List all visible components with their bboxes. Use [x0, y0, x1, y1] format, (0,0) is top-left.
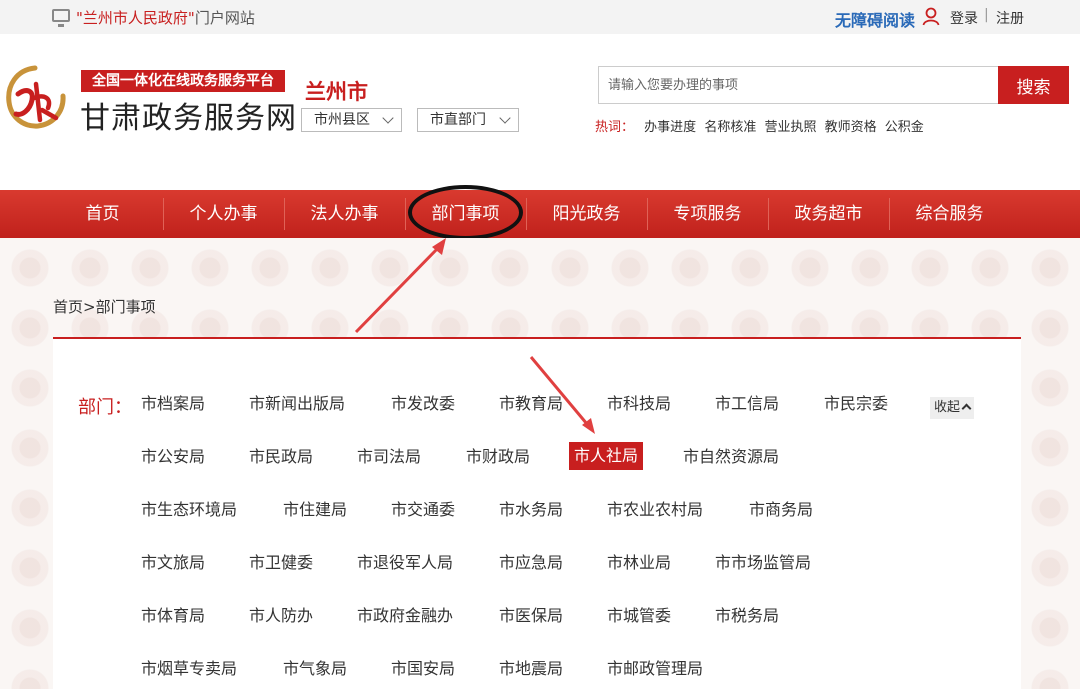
nav-personal[interactable]: 个人办事 [163, 190, 284, 238]
dept-item[interactable]: 市科技局 [607, 391, 671, 417]
dept-item[interactable]: 市民宗委 [824, 391, 888, 417]
hot-keyword[interactable]: 教师资格 [825, 120, 877, 135]
dept-item[interactable]: 市公安局 [141, 444, 205, 470]
chevron-down-icon [499, 112, 511, 124]
dept-item[interactable]: 市城管委 [607, 603, 671, 629]
nav-corporate[interactable]: 法人办事 [284, 190, 405, 238]
login-divider: | [984, 7, 989, 23]
main-nav: 首页 个人办事 法人办事 部门事项 阳光政务 专项服务 政务超市 综合服务 [0, 190, 1080, 238]
chevron-up-icon [961, 403, 972, 414]
portal-suffix: 门户网站 [194, 9, 255, 27]
portal-title[interactable]: "兰州市人民政府"门户网站 [76, 7, 255, 28]
hot-keyword[interactable]: 营业执照 [764, 120, 816, 135]
county-select-label: 市州县区 [314, 112, 370, 128]
portal-name: "兰州市人民政府" [76, 9, 195, 27]
dept-item-active[interactable]: 市人社局 [569, 442, 644, 470]
county-select[interactable]: 市州县区 [301, 108, 402, 132]
dept-item[interactable]: 市人防办 [249, 603, 313, 629]
hot-keyword[interactable]: 公积金 [885, 120, 924, 135]
collapse-label: 收起 [934, 400, 961, 415]
top-bar: "兰州市人民政府"门户网站 无障碍阅读 登录 | 注册 [0, 0, 1080, 34]
hot-keyword[interactable]: 办事进度 [644, 120, 696, 135]
dept-item[interactable]: 市自然资源局 [683, 444, 779, 470]
dept-item[interactable]: 市市场监管局 [715, 550, 811, 576]
nav-market[interactable]: 政务超市 [768, 190, 889, 238]
login-link[interactable]: 登录 [950, 8, 978, 28]
nav-transparency[interactable]: 阳光政务 [526, 190, 647, 238]
accessibility-link[interactable]: 无障碍阅读 [835, 7, 915, 31]
breadcrumb[interactable]: 首页>部门事项 [53, 296, 156, 317]
dept-item[interactable]: 市商务局 [749, 497, 813, 523]
gansu-logo-icon[interactable] [4, 64, 66, 130]
hot-keyword[interactable]: 名称核准 [704, 120, 756, 135]
collapse-button[interactable]: 收起 [930, 397, 975, 419]
register-link[interactable]: 注册 [996, 8, 1024, 28]
dept-item[interactable]: 市文旅局 [141, 550, 205, 576]
dept-item[interactable]: 市财政局 [466, 444, 530, 470]
dept-item[interactable]: 市水务局 [499, 497, 563, 523]
dept-item[interactable]: 市工信局 [715, 391, 779, 417]
user-icon [922, 7, 940, 26]
dept-item[interactable]: 市地震局 [499, 656, 563, 682]
dept-item[interactable]: 市农业农村局 [607, 497, 703, 523]
site-name[interactable]: 甘肃政务服务网 [80, 93, 297, 137]
dept-item[interactable]: 市气象局 [283, 656, 347, 682]
dept-item[interactable]: 市医保局 [499, 603, 563, 629]
hot-label: 热词： [595, 120, 635, 135]
dept-item[interactable]: 市邮政管理局 [607, 656, 703, 682]
department-label: 部门： [78, 397, 132, 418]
dept-item[interactable]: 市生态环境局 [141, 497, 237, 523]
hot-keywords: 热词： 办事进度 名称核准 营业执照 教师资格 公积金 [595, 116, 928, 135]
monitor-icon [52, 9, 70, 27]
dept-item[interactable]: 市林业局 [607, 550, 671, 576]
dept-item[interactable]: 市档案局 [141, 391, 205, 417]
dept-item[interactable]: 市司法局 [357, 444, 421, 470]
nav-home[interactable]: 首页 [42, 190, 163, 238]
search-button[interactable]: 搜索 [998, 66, 1069, 104]
dept-item[interactable]: 市卫健委 [249, 550, 313, 576]
dept-item[interactable]: 市税务局 [715, 603, 779, 629]
platform-slogan: 全国一体化在线政务服务平台 [81, 70, 285, 92]
dept-item[interactable]: 市烟草专卖局 [141, 656, 237, 682]
nav-general[interactable]: 综合服务 [889, 190, 1010, 238]
city-name: 兰州市 [305, 80, 368, 104]
dept-item[interactable]: 市退役军人局 [357, 550, 453, 576]
dept-item[interactable]: 市住建局 [283, 497, 347, 523]
dept-item[interactable]: 市民政局 [249, 444, 313, 470]
annotation-ellipse [408, 185, 523, 240]
dept-item[interactable]: 市发改委 [391, 391, 455, 417]
dept-item[interactable]: 市交通委 [391, 497, 455, 523]
dept-item[interactable]: 市体育局 [141, 603, 205, 629]
search-input[interactable] [598, 66, 998, 104]
dept-item[interactable]: 市新闻出版局 [249, 391, 345, 417]
dept-item[interactable]: 市教育局 [499, 391, 563, 417]
nav-special[interactable]: 专项服务 [647, 190, 768, 238]
dept-select-label: 市直部门 [430, 112, 486, 128]
dept-select[interactable]: 市直部门 [417, 108, 519, 132]
dept-item[interactable]: 市国安局 [391, 656, 455, 682]
dept-item[interactable]: 市应急局 [499, 550, 563, 576]
chevron-down-icon [382, 112, 394, 124]
dept-item[interactable]: 市政府金融办 [357, 603, 453, 629]
